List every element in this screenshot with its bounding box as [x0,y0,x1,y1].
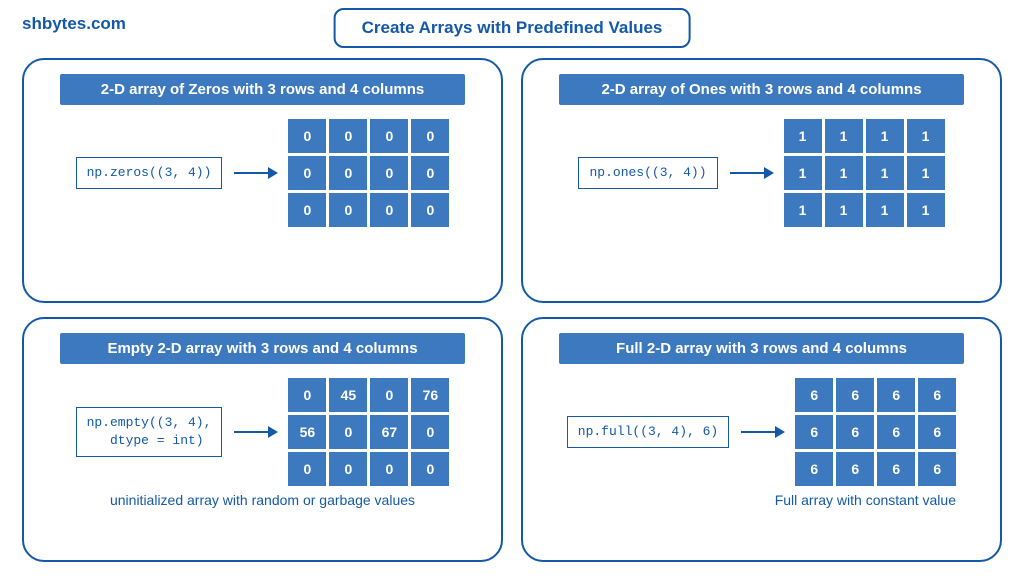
panel-full-title: Full 2-D array with 3 rows and 4 columns [559,333,965,364]
arrow-icon [234,172,276,174]
panel-ones-title: 2-D array of Ones with 3 rows and 4 colu… [559,74,965,105]
matrix-cell: 1 [907,156,945,190]
panel-empty-body: np.empty((3, 4), dtype = int) 0450765606… [42,378,483,486]
code-empty: np.empty((3, 4), dtype = int) [76,407,223,456]
code-full: np.full((3, 4), 6) [567,416,729,448]
panel-full: Full 2-D array with 3 rows and 4 columns… [521,317,1002,562]
matrix-cell: 0 [288,452,326,486]
caption-empty: uninitialized array with random or garba… [110,492,415,510]
panel-empty: Empty 2-D array with 3 rows and 4 column… [22,317,503,562]
caption-full: Full array with constant value [775,492,956,510]
matrix-cell: 6 [877,378,915,412]
matrix-cell: 1 [784,119,822,153]
matrix-cell: 6 [918,378,956,412]
page-title: Create Arrays with Predefined Values [334,8,691,48]
matrix-cell: 45 [329,378,367,412]
matrix-cell: 1 [784,193,822,227]
matrix-cell: 0 [288,378,326,412]
matrix-cell: 0 [411,193,449,227]
arrow-icon [741,431,783,433]
matrix-cell: 6 [836,415,874,449]
matrix-cell: 0 [411,156,449,190]
matrix-cell: 6 [795,378,833,412]
matrix-cell: 0 [370,193,408,227]
panel-zeros: 2-D array of Zeros with 3 rows and 4 col… [22,58,503,303]
matrix-cell: 0 [329,452,367,486]
matrix-cell: 1 [825,193,863,227]
matrix-cell: 0 [288,193,326,227]
matrix-cell: 6 [877,452,915,486]
matrix-cell: 1 [866,119,904,153]
panel-full-body: np.full((3, 4), 6) 666666666666 [541,378,982,486]
matrix-cell: 0 [411,452,449,486]
matrix-cell: 1 [866,193,904,227]
code-zeros: np.zeros((3, 4)) [76,157,223,189]
matrix-cell: 0 [329,156,367,190]
matrix-cell: 76 [411,378,449,412]
matrix-full: 666666666666 [795,378,956,486]
panel-ones-body: np.ones((3, 4)) 111111111111 [541,119,982,227]
code-ones: np.ones((3, 4)) [578,157,717,189]
matrix-cell: 1 [907,119,945,153]
matrix-cell: 1 [825,156,863,190]
panel-ones: 2-D array of Ones with 3 rows and 4 colu… [521,58,1002,303]
matrix-zeros: 000000000000 [288,119,449,227]
matrix-cell: 6 [877,415,915,449]
site-logo: shbytes.com [22,14,126,34]
arrow-icon [234,431,276,433]
matrix-cell: 6 [836,452,874,486]
matrix-cell: 0 [370,452,408,486]
matrix-cell: 0 [329,415,367,449]
matrix-cell: 6 [918,452,956,486]
matrix-cell: 1 [784,156,822,190]
panel-empty-title: Empty 2-D array with 3 rows and 4 column… [60,333,466,364]
matrix-cell: 6 [918,415,956,449]
matrix-cell: 67 [370,415,408,449]
matrix-cell: 0 [329,193,367,227]
matrix-cell: 6 [836,378,874,412]
arrow-icon [730,172,772,174]
matrix-cell: 0 [329,119,367,153]
matrix-cell: 0 [370,378,408,412]
matrix-cell: 0 [288,119,326,153]
matrix-cell: 1 [907,193,945,227]
matrix-cell: 1 [866,156,904,190]
matrix-cell: 1 [825,119,863,153]
matrix-cell: 0 [288,156,326,190]
matrix-cell: 0 [370,119,408,153]
matrix-cell: 0 [370,156,408,190]
panel-zeros-body: np.zeros((3, 4)) 000000000000 [42,119,483,227]
panel-grid: 2-D array of Zeros with 3 rows and 4 col… [22,58,1002,562]
matrix-cell: 6 [795,452,833,486]
matrix-cell: 6 [795,415,833,449]
matrix-cell: 0 [411,119,449,153]
matrix-cell: 0 [411,415,449,449]
matrix-cell: 56 [288,415,326,449]
matrix-ones: 111111111111 [784,119,945,227]
matrix-empty: 0450765606700000 [288,378,449,486]
panel-zeros-title: 2-D array of Zeros with 3 rows and 4 col… [60,74,466,105]
